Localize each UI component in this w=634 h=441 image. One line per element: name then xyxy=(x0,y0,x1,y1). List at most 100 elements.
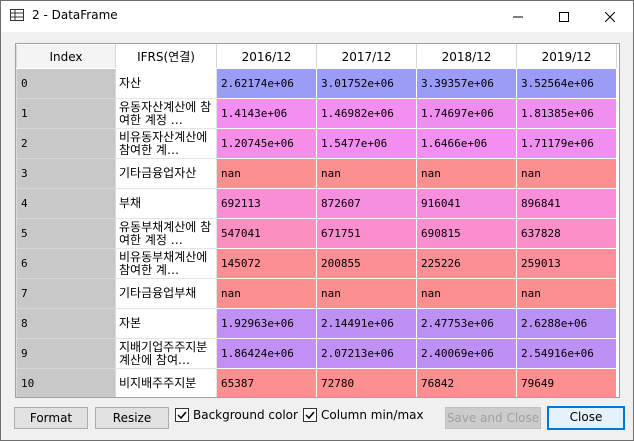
value-cell[interactable]: 3.39357e+06 xyxy=(416,68,517,99)
row-label-cell[interactable]: 부채 xyxy=(115,188,217,219)
minimize-icon xyxy=(513,16,523,17)
value-cell[interactable]: nan xyxy=(216,278,317,309)
background-color-checkbox[interactable]: Background color xyxy=(175,408,298,422)
dataframe-grid[interactable]: Index IFRS(연결) 2016/12 2017/12 2018/12 2… xyxy=(15,43,620,398)
column-header[interactable]: IFRS(연결) xyxy=(115,44,217,69)
value-cell[interactable]: 671751 xyxy=(316,218,417,249)
value-cell[interactable]: 1.5477e+06 xyxy=(316,128,417,159)
row-index[interactable]: 4 xyxy=(16,188,116,219)
checkbox-box[interactable] xyxy=(175,408,189,422)
row-label-cell[interactable]: 유동자산계산에 참여한 계정 … xyxy=(115,98,217,129)
value-cell[interactable]: 76842 xyxy=(416,368,517,397)
close-button[interactable]: Close xyxy=(547,406,625,430)
value-cell[interactable]: 2.54916e+06 xyxy=(516,338,617,369)
row-index[interactable]: 8 xyxy=(16,308,116,339)
column-header[interactable]: 2018/12 xyxy=(416,44,517,69)
value-cell[interactable]: 200855 xyxy=(316,248,417,279)
save-and-close-button[interactable]: Save and Close xyxy=(445,407,541,429)
dataframe-table: Index IFRS(연결) 2016/12 2017/12 2018/12 2… xyxy=(16,44,617,397)
minimize-button[interactable] xyxy=(495,1,541,32)
value-cell[interactable]: nan xyxy=(516,278,617,309)
row-label-cell[interactable]: 비유동부채계산에 참여한 계… xyxy=(115,248,217,279)
dataframe-window: 2 - DataFrame Index IFRS(연결) 2016/12 201… xyxy=(0,0,634,441)
value-cell[interactable]: 547041 xyxy=(216,218,317,249)
row-index[interactable]: 7 xyxy=(16,278,116,309)
value-cell[interactable]: 225226 xyxy=(416,248,517,279)
check-icon xyxy=(177,411,187,420)
value-cell[interactable]: nan xyxy=(316,278,417,309)
column-header[interactable]: 2019/12 xyxy=(516,44,617,69)
value-cell[interactable]: 2.47753e+06 xyxy=(416,308,517,339)
check-icon xyxy=(305,411,315,420)
column-header[interactable]: 2016/12 xyxy=(216,44,317,69)
maximize-button[interactable] xyxy=(541,1,587,32)
column-header[interactable]: 2017/12 xyxy=(316,44,417,69)
index-column-header[interactable]: Index xyxy=(16,44,116,69)
row-label-cell[interactable]: 자본 xyxy=(115,308,217,339)
value-cell[interactable]: 1.46982e+06 xyxy=(316,98,417,129)
row-index[interactable]: 6 xyxy=(16,248,116,279)
value-cell[interactable]: nan xyxy=(416,158,517,189)
table-row: 4 부채 692113 872607 916041 896841 xyxy=(16,188,617,219)
title-bar[interactable]: 2 - DataFrame xyxy=(1,1,633,32)
value-cell[interactable]: 637828 xyxy=(516,218,617,249)
value-cell[interactable]: 1.92963e+06 xyxy=(216,308,317,339)
row-label-cell[interactable]: 비유동자산계산에 참여한 계… xyxy=(115,128,217,159)
value-cell[interactable]: 872607 xyxy=(316,188,417,219)
row-index[interactable]: 9 xyxy=(16,338,116,369)
row-label-cell[interactable]: 자산 xyxy=(115,68,217,99)
column-min-max-checkbox[interactable]: Column min/max xyxy=(303,408,424,422)
value-cell[interactable]: 2.40069e+06 xyxy=(416,338,517,369)
value-cell[interactable]: 690815 xyxy=(416,218,517,249)
value-cell[interactable]: 2.14491e+06 xyxy=(316,308,417,339)
value-cell[interactable]: 259013 xyxy=(516,248,617,279)
value-cell[interactable]: nan xyxy=(316,158,417,189)
row-index[interactable]: 3 xyxy=(16,158,116,189)
value-cell[interactable]: 72780 xyxy=(316,368,417,397)
value-cell[interactable]: 1.4143e+06 xyxy=(216,98,317,129)
value-cell[interactable]: 1.71179e+06 xyxy=(516,128,617,159)
table-row: 3 기타금융업자산 nan nan nan nan xyxy=(16,158,617,189)
value-cell[interactable]: 2.07213e+06 xyxy=(316,338,417,369)
value-cell[interactable]: 1.6466e+06 xyxy=(416,128,517,159)
close-icon xyxy=(605,11,615,22)
table-row: 5 유동부채계산에 참여한 계정 … 547041 671751 690815 63782… xyxy=(16,218,617,249)
row-index[interactable]: 1 xyxy=(16,98,116,129)
close-window-button[interactable] xyxy=(587,1,633,32)
row-index[interactable]: 10 xyxy=(16,368,116,397)
checkbox-label: Background color xyxy=(193,408,298,422)
row-label-cell[interactable]: 지배기업주주지분계산에 참여… xyxy=(115,338,217,369)
row-label-cell[interactable]: 기타금융업부채 xyxy=(115,278,217,309)
value-cell[interactable]: 2.62174e+06 xyxy=(216,68,317,99)
table-icon xyxy=(10,9,24,21)
row-index[interactable]: 2 xyxy=(16,128,116,159)
value-cell[interactable]: 2.6288e+06 xyxy=(516,308,617,339)
value-cell[interactable]: 1.86424e+06 xyxy=(216,338,317,369)
table-row: 7 기타금융업부채 nan nan nan nan xyxy=(16,278,617,309)
value-cell[interactable]: 1.74697e+06 xyxy=(416,98,517,129)
row-label-cell[interactable]: 비지배주주지분 xyxy=(115,368,217,397)
value-cell[interactable]: 3.01752e+06 xyxy=(316,68,417,99)
value-cell[interactable]: 79649 xyxy=(516,368,617,397)
table-row: 2 비유동자산계산에 참여한 계… 1.20745e+06 1.5477e+06 1.6… xyxy=(16,128,617,159)
value-cell[interactable]: 65387 xyxy=(216,368,317,397)
checkbox-box[interactable] xyxy=(303,408,317,422)
value-cell[interactable]: nan xyxy=(216,158,317,189)
format-button[interactable]: Format xyxy=(14,407,88,429)
value-cell[interactable]: 896841 xyxy=(516,188,617,219)
row-label-cell[interactable]: 유동부채계산에 참여한 계정 … xyxy=(115,218,217,249)
value-cell[interactable]: nan xyxy=(516,158,617,189)
value-cell[interactable]: 916041 xyxy=(416,188,517,219)
row-index[interactable]: 5 xyxy=(16,218,116,249)
value-cell[interactable]: nan xyxy=(416,278,517,309)
table-row: 9 지배기업주주지분계산에 참여… 1.86424e+06 2.07213e+06 2.… xyxy=(16,338,617,369)
value-cell[interactable]: 1.20745e+06 xyxy=(216,128,317,159)
value-cell[interactable]: 3.52564e+06 xyxy=(516,68,617,99)
row-index[interactable]: 0 xyxy=(16,68,116,99)
table-row: 8 자본 1.92963e+06 2.14491e+06 2.47753e+06 2.62… xyxy=(16,308,617,339)
value-cell[interactable]: 1.81385e+06 xyxy=(516,98,617,129)
value-cell[interactable]: 692113 xyxy=(216,188,317,219)
value-cell[interactable]: 145072 xyxy=(216,248,317,279)
row-label-cell[interactable]: 기타금융업자산 xyxy=(115,158,217,189)
resize-button[interactable]: Resize xyxy=(95,407,169,429)
